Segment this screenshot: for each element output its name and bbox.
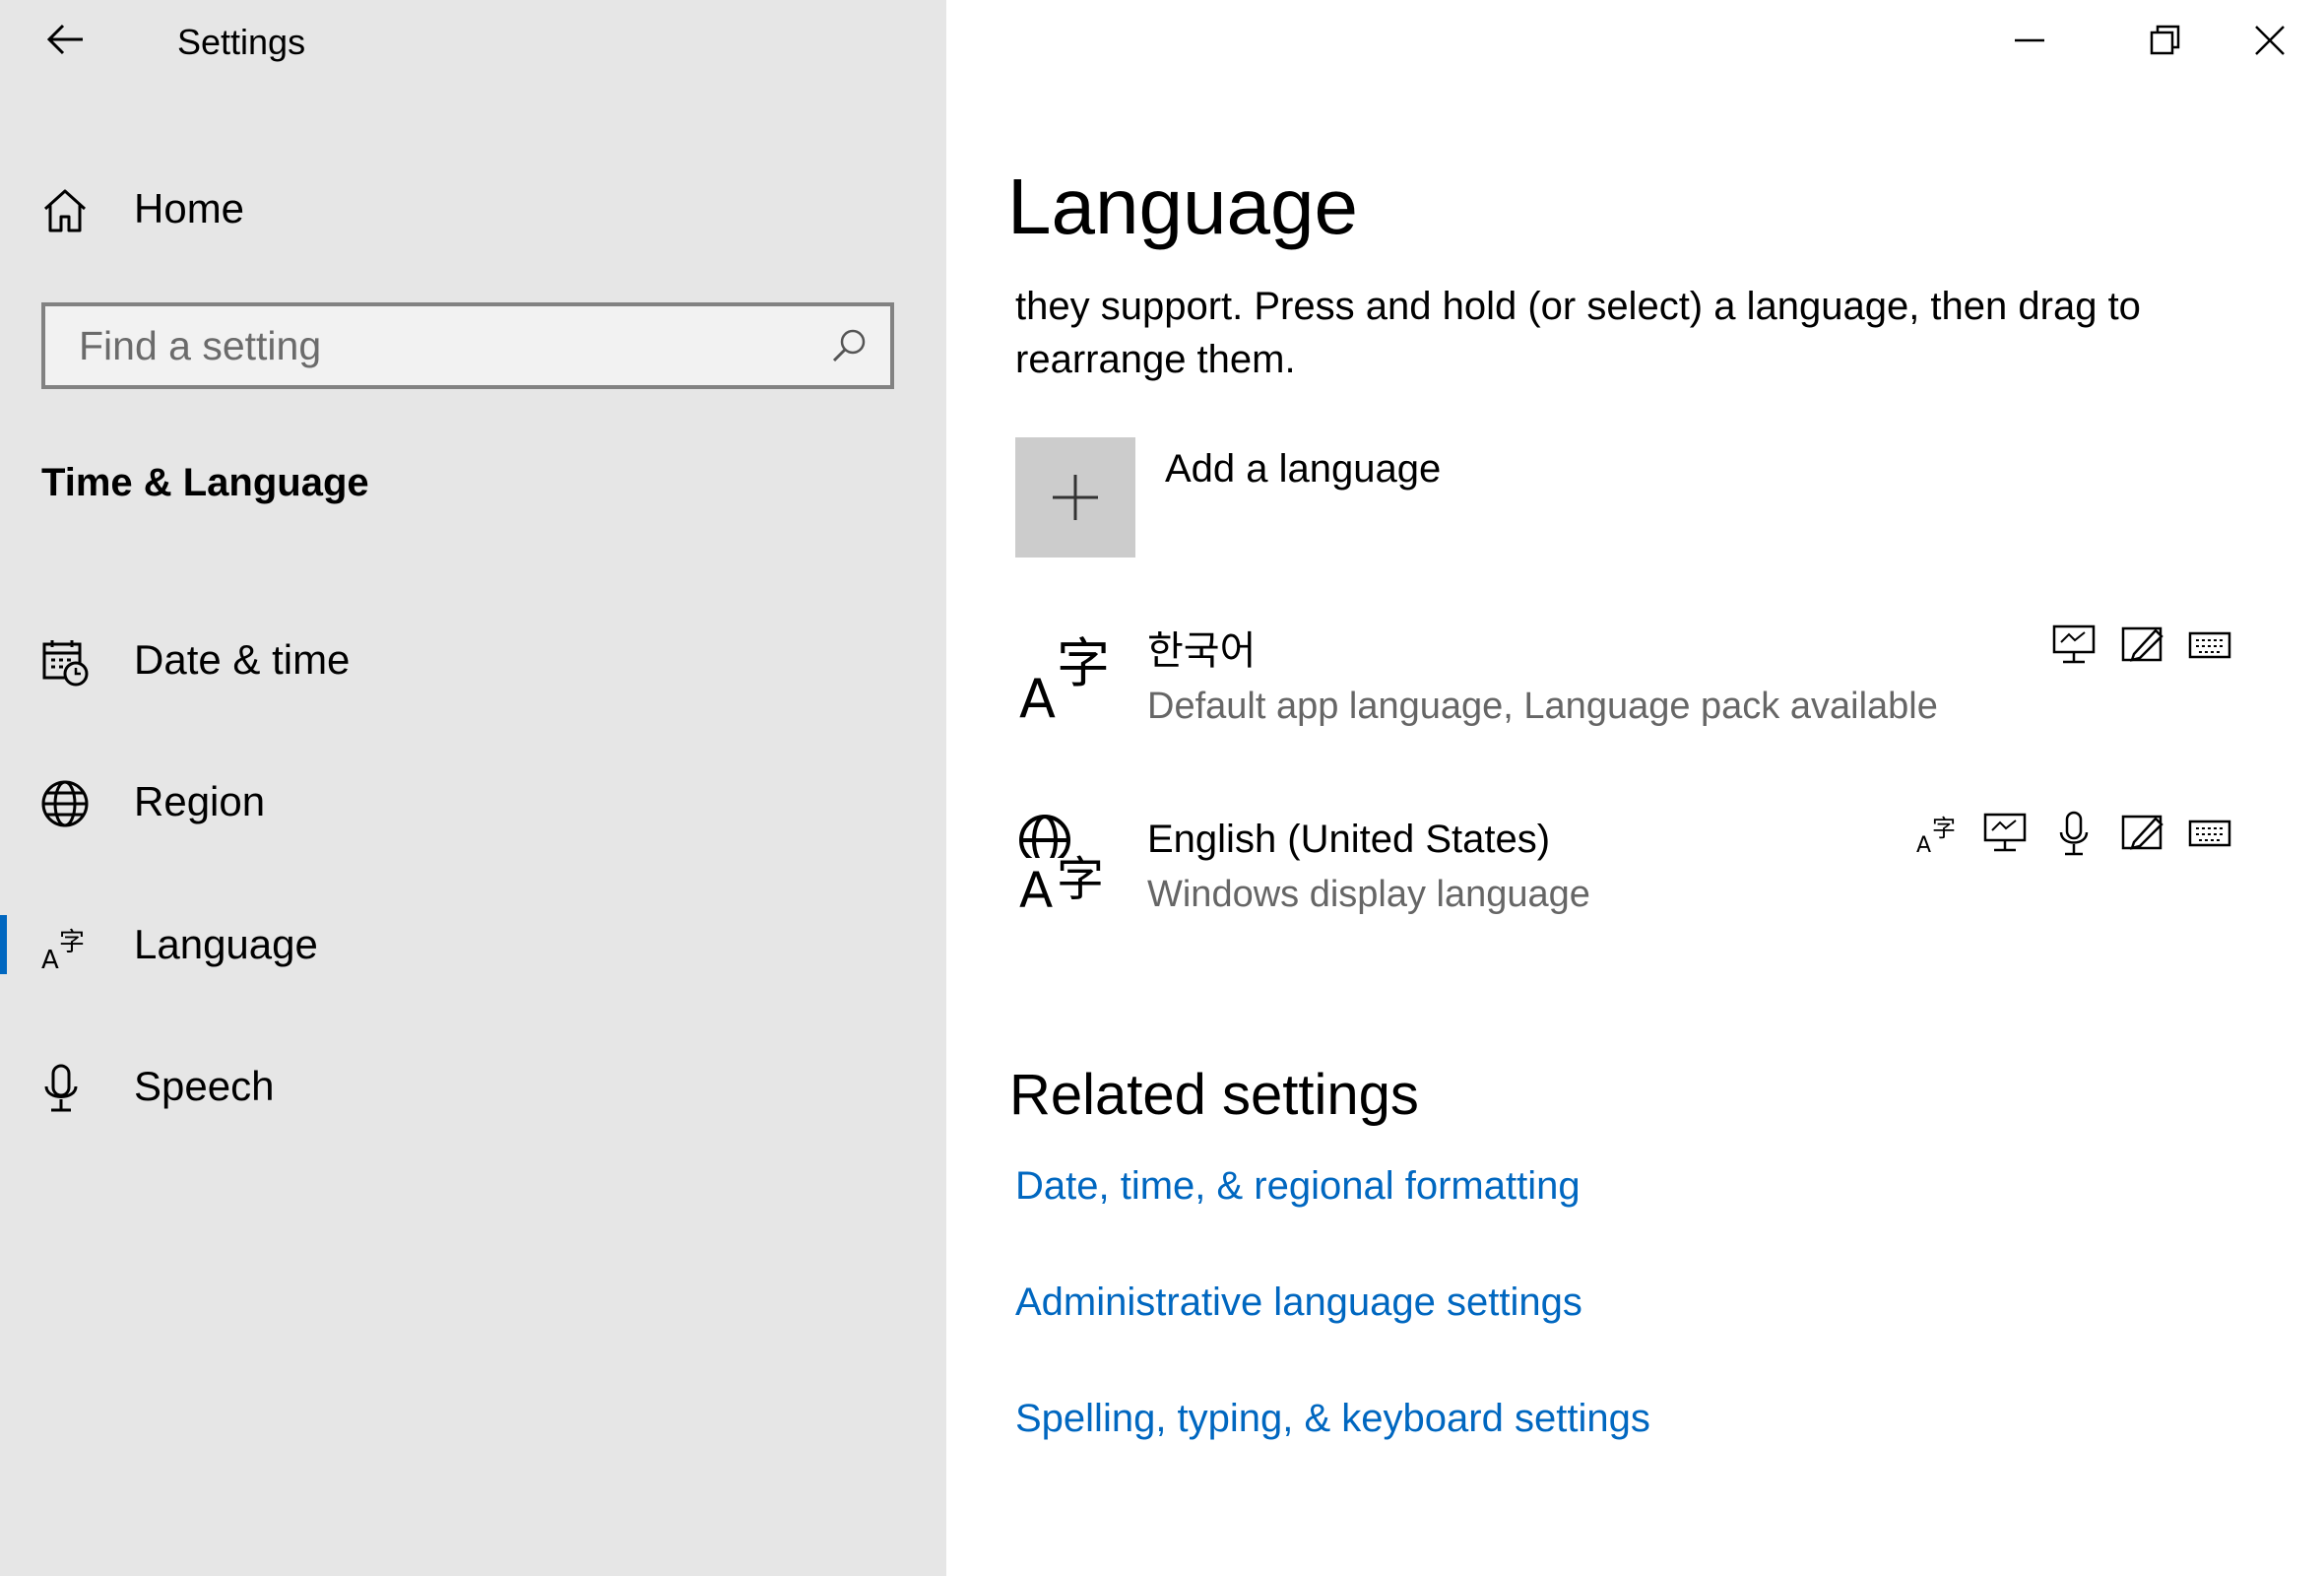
sidebar-item-label: Language	[134, 921, 318, 967]
page-title: Language	[1007, 163, 1358, 250]
language-name: 한국어	[1147, 629, 1257, 673]
app-title: Settings	[177, 22, 306, 62]
svg-text:A: A	[1019, 862, 1053, 909]
restore-icon	[2150, 25, 2180, 55]
language-item-english-us[interactable]: A字 English (United States) Windows displ…	[1015, 811, 2286, 958]
plus-icon	[1053, 475, 1098, 520]
svg-text:字: 字	[1057, 852, 1104, 907]
related-settings-title: Related settings	[1009, 1063, 1419, 1127]
svg-text:字: 字	[59, 928, 85, 957]
language-description: they support. Press and hold (or select)…	[1015, 285, 2141, 381]
svg-text:A: A	[1019, 668, 1056, 721]
link-spelling-typing-keyboard-settings[interactable]: Spelling, typing, & keyboard settings	[1015, 1391, 1650, 1446]
windows-display-language-icon: A字	[1015, 811, 1114, 919]
language-status: Default app language, Language pack avai…	[1147, 686, 1938, 727]
globe-icon	[39, 778, 91, 829]
language-status: Windows display language	[1147, 874, 1590, 915]
svg-text:字: 字	[1932, 815, 1956, 842]
search-box[interactable]	[41, 302, 894, 389]
sidebar-item-label: Home	[134, 185, 245, 231]
display-language-icon	[1982, 811, 2028, 856]
add-language-tile[interactable]	[1015, 437, 1135, 558]
sidebar-item-date-time[interactable]: Date & time	[0, 601, 946, 719]
keyboard-icon	[2187, 623, 2232, 668]
search-input[interactable]	[45, 306, 827, 385]
link-date-time-regional-formatting[interactable]: Date, time, & regional formatting	[1015, 1158, 1581, 1214]
add-language-button[interactable]: Add a language	[1015, 437, 1606, 559]
keyboard-icon	[2187, 811, 2232, 856]
section-title: Time & Language	[41, 461, 369, 504]
restore-button[interactable]	[2111, 0, 2220, 81]
language-icon: A字	[1015, 623, 1114, 730]
language-icon: A字	[39, 921, 91, 972]
back-arrow-icon[interactable]	[43, 18, 87, 61]
search-icon[interactable]	[829, 326, 869, 365]
calendar-clock-icon	[39, 636, 91, 688]
sidebar-item-speech[interactable]: Speech	[0, 1027, 946, 1146]
link-administrative-language-settings[interactable]: Administrative language settings	[1015, 1275, 1582, 1330]
sidebar: Settings Home Time & Language Date & tim…	[0, 0, 946, 1576]
speech-icon	[2051, 811, 2097, 856]
close-button[interactable]	[2216, 0, 2324, 81]
selection-indicator	[0, 915, 7, 974]
minimize-button[interactable]	[1975, 0, 2084, 81]
close-icon	[2255, 26, 2285, 55]
microphone-icon	[39, 1063, 91, 1114]
main-content: Language they support. Press and hold (o…	[946, 0, 2324, 1576]
display-language-icon	[2051, 623, 2097, 668]
handwriting-icon	[2120, 811, 2165, 856]
language-pack-icon: A字	[1915, 811, 1961, 858]
sidebar-item-region[interactable]: Region	[0, 743, 946, 861]
sidebar-item-label: Region	[134, 778, 266, 824]
sidebar-item-home[interactable]: Home	[0, 150, 946, 268]
svg-text:字: 字	[1057, 632, 1110, 694]
svg-text:A: A	[41, 946, 59, 972]
handwriting-icon	[2120, 623, 2165, 668]
sidebar-item-label: Speech	[134, 1063, 275, 1109]
sidebar-item-language[interactable]: A字 Language	[0, 886, 946, 1004]
add-language-label: Add a language	[1165, 447, 1442, 491]
minimize-icon	[2015, 38, 2044, 42]
language-item-korean[interactable]: A字 한국어 Default app language, Language pa…	[1015, 623, 2286, 770]
language-name: English (United States)	[1147, 818, 1551, 861]
svg-text:A: A	[1916, 833, 1931, 856]
sidebar-item-label: Date & time	[134, 636, 351, 683]
home-icon	[39, 185, 91, 236]
